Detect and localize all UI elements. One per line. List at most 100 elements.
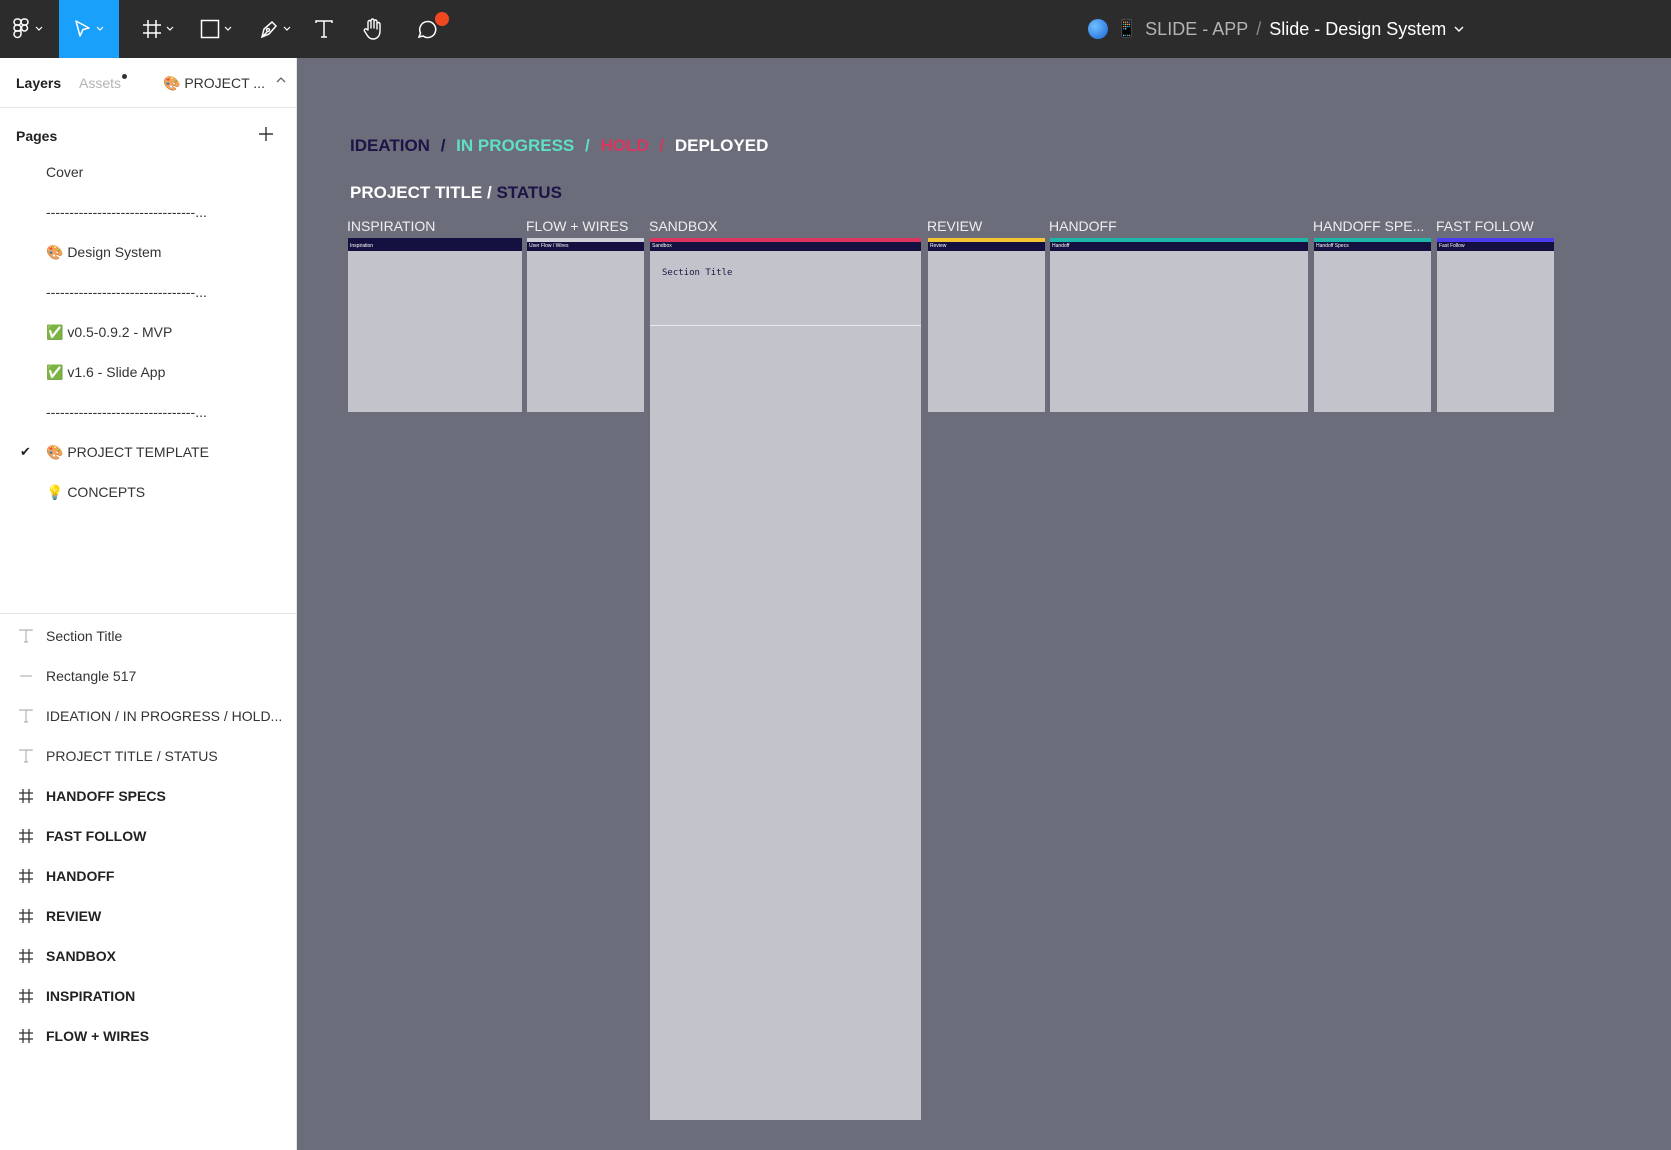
checkmark-icon: ✔: [20, 444, 31, 459]
sidebar-divider[interactable]: [0, 613, 297, 614]
move-tool-button[interactable]: [59, 0, 119, 58]
frame-sandbox[interactable]: Sandbox Section Title: [650, 238, 921, 1120]
layer-item[interactable]: HANDOFF SPECS: [0, 776, 297, 816]
page-item[interactable]: 💡 CONCEPTS: [0, 472, 297, 512]
layer-item[interactable]: IDEATION / IN PROGRESS / HOLD...: [0, 696, 297, 736]
layer-item[interactable]: INSPIRATION: [0, 976, 297, 1016]
layer-item[interactable]: HANDOFF: [0, 856, 297, 896]
frame-header-text: Fast Follow: [1439, 243, 1465, 249]
page-list: Cover --------------------------------..…: [0, 152, 297, 512]
move-tool-icon: [75, 20, 90, 37]
frame-label-flow-wires[interactable]: FLOW + WIRES: [526, 218, 628, 234]
frame-layer-icon: [19, 949, 33, 963]
shape-tool-button[interactable]: [192, 0, 240, 58]
chevron-down-icon[interactable]: [1454, 26, 1464, 33]
page-label: --------------------------------...: [46, 204, 207, 220]
hand-tool-button[interactable]: [357, 0, 389, 58]
main-menu-button[interactable]: [0, 0, 56, 58]
frame-header-text: Handoff Specs: [1316, 243, 1349, 249]
frame-header-text: Review: [930, 243, 947, 249]
frame-tool-button[interactable]: [134, 0, 182, 58]
layer-label: FLOW + WIRES: [46, 1028, 150, 1044]
pages-header: Pages: [0, 116, 297, 156]
frame-inspiration[interactable]: Inspiration: [348, 238, 522, 412]
chevron-down-icon: [224, 26, 232, 31]
frame-handoff[interactable]: Handoff: [1050, 238, 1308, 412]
frame-header-text: Inspiration: [350, 243, 374, 249]
frame-flow-wires[interactable]: User Flow / Wires: [527, 238, 644, 412]
frame-label-review[interactable]: REVIEW: [927, 218, 982, 234]
chevron-up-icon[interactable]: [276, 76, 286, 83]
canvas[interactable]: IDEATION / IN PROGRESS / HOLD / DEPLOYED…: [298, 58, 1671, 1150]
layer-item[interactable]: PROJECT TITLE / STATUS: [0, 736, 297, 776]
frame-header: User Flow / Wires: [527, 242, 644, 251]
add-page-icon[interactable]: [256, 124, 276, 144]
frame-layer-icon: [19, 1029, 33, 1043]
tab-assets[interactable]: Assets: [79, 74, 128, 91]
layer-label: Section Title: [46, 628, 123, 644]
legend-in-progress: IN PROGRESS: [456, 136, 575, 155]
layer-item[interactable]: REVIEW: [0, 896, 297, 936]
page-item[interactable]: --------------------------------...: [0, 192, 297, 232]
legend-separator: /: [440, 136, 446, 155]
project-title-status[interactable]: PROJECT TITLE / STATUS: [350, 183, 562, 203]
layer-item[interactable]: Section Title: [0, 616, 297, 656]
tab-layers[interactable]: Layers: [16, 75, 61, 91]
layer-label: INSPIRATION: [46, 988, 136, 1004]
frame-header: Handoff Specs: [1314, 242, 1431, 251]
frame-review[interactable]: Review: [928, 238, 1045, 412]
page-label: 🎨 Design System: [46, 244, 162, 260]
text-tool-icon: [315, 20, 333, 38]
frame-label-fast-follow[interactable]: FAST FOLLOW: [1436, 218, 1534, 234]
rectangle-tool-icon: [200, 19, 220, 39]
frame-header: Fast Follow: [1437, 242, 1554, 251]
toolbar: 📱 SLIDE - APP / Slide - Design System: [0, 0, 1671, 58]
page-item-selected[interactable]: ✔ 🎨 PROJECT TEMPLATE: [0, 432, 297, 472]
page-label: 💡 CONCEPTS: [46, 484, 146, 500]
page-label: --------------------------------...: [46, 404, 207, 420]
project-dot-icon: [1088, 19, 1108, 39]
frame-handoff-specs[interactable]: Handoff Specs: [1314, 238, 1431, 412]
page-item[interactable]: 🎨 Design System: [0, 232, 297, 272]
frame-label-sandbox[interactable]: SANDBOX: [649, 218, 717, 234]
phone-icon: 📱: [1116, 19, 1138, 38]
comment-tool-button[interactable]: [408, 0, 449, 58]
legend-separator: /: [659, 136, 665, 155]
frame-header-text: Sandbox: [652, 243, 672, 249]
notification-badge: [435, 12, 449, 26]
page-item[interactable]: ✅ v1.6 - Slide App: [0, 352, 297, 392]
text-tool-button[interactable]: [308, 0, 340, 58]
page-item[interactable]: Cover: [0, 152, 297, 192]
section-title[interactable]: Section Title: [662, 268, 732, 278]
page-item[interactable]: ✅ v0.5-0.9.2 - MVP: [0, 312, 297, 352]
page-item[interactable]: --------------------------------...: [0, 272, 297, 312]
frame-layer-icon: [19, 909, 33, 923]
section-divider: [650, 325, 921, 326]
line-layer-icon: [20, 675, 32, 677]
frame-label-handoff[interactable]: HANDOFF: [1049, 218, 1117, 234]
frame-fast-follow[interactable]: Fast Follow: [1437, 238, 1554, 412]
frame-label-handoff-specs[interactable]: HANDOFF SPE...: [1313, 218, 1424, 234]
frame-layer-icon: [19, 829, 33, 843]
layer-item[interactable]: Rectangle 517: [0, 656, 297, 696]
current-page-selector[interactable]: 🎨 PROJECT ...: [163, 75, 265, 92]
layer-label: HANDOFF SPECS: [46, 788, 166, 804]
layer-label: SANDBOX: [46, 948, 117, 964]
frame-layer-icon: [19, 789, 33, 803]
layer-item[interactable]: SANDBOX: [0, 936, 297, 976]
layer-list: Section Title Rectangle 517 IDEATION / I…: [0, 616, 297, 1056]
breadcrumb-project[interactable]: SLIDE - APP: [1145, 19, 1248, 40]
frame-header-text: User Flow / Wires: [529, 243, 569, 249]
text-layer-icon: [19, 749, 33, 763]
breadcrumb-file[interactable]: Slide - Design System: [1269, 19, 1446, 40]
frame-layer-icon: [19, 869, 33, 883]
layer-item[interactable]: FLOW + WIRES: [0, 1016, 297, 1056]
layer-label: IDEATION / IN PROGRESS / HOLD...: [46, 708, 283, 724]
layer-item[interactable]: FAST FOLLOW: [0, 816, 297, 856]
frame-label-inspiration[interactable]: INSPIRATION: [347, 218, 435, 234]
page-item[interactable]: --------------------------------...: [0, 392, 297, 432]
pen-tool-button[interactable]: [252, 0, 298, 58]
status-legend[interactable]: IDEATION / IN PROGRESS / HOLD / DEPLOYED: [350, 136, 774, 156]
frame-header: Handoff: [1050, 242, 1308, 251]
sidebar-tabs: Layers Assets 🎨 PROJECT ...: [0, 58, 297, 108]
